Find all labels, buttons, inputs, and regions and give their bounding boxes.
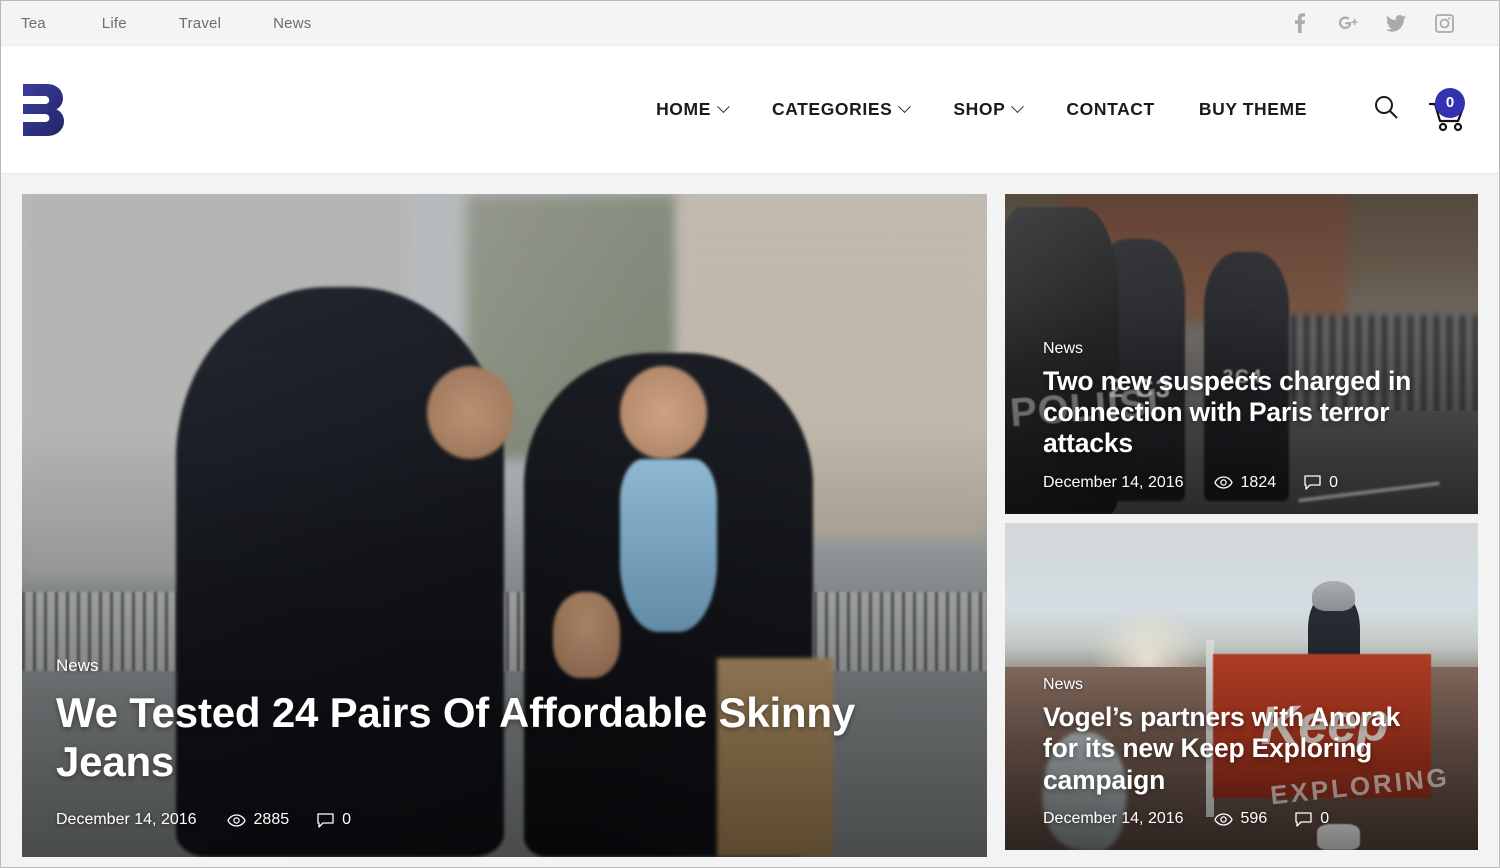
side-card-2-date: December 14, 2016 — [1043, 810, 1184, 827]
featured-side-column: 2C4 POLIISI 2 C3 News Two new suspects c… — [1005, 194, 1478, 850]
site-header: HOME CATEGORIES SHOP CONTACT BUY THEME 0 — [1, 46, 1499, 174]
chevron-down-icon — [717, 100, 730, 114]
side-card-2-meta: December 14, 2016 596 0 — [1043, 810, 1442, 828]
nav-item-buy-theme[interactable]: BUY THEME — [1199, 99, 1307, 120]
search-icon[interactable] — [1373, 94, 1399, 125]
featured-side-card-2[interactable]: Keep EXPLORING News Vogel’s partners wit… — [1005, 522, 1478, 850]
hero-post-date: December 14, 2016 — [56, 811, 197, 828]
topbar-link-news[interactable]: News — [261, 15, 323, 32]
side-card-1-date: December 14, 2016 — [1043, 473, 1184, 491]
primary-navigation: HOME CATEGORIES SHOP CONTACT BUY THEME — [656, 99, 1307, 120]
nav-item-contact-label: CONTACT — [1066, 99, 1155, 119]
nav-item-shop-label: SHOP — [953, 99, 1006, 119]
hero-view-count-value: 2885 — [253, 811, 290, 828]
side-card-1-meta: December 14, 2016 1824 0 — [1043, 474, 1442, 492]
twitter-icon[interactable] — [1385, 12, 1407, 34]
side-card-1-comment-count: 0 — [1304, 474, 1338, 492]
eye-icon — [1213, 476, 1233, 489]
secondary-topbar: Tea Life Travel News — [1, 1, 1499, 46]
featured-hero-card[interactable]: News We Tested 24 Pairs Of Affordable Sk… — [22, 194, 987, 857]
chevron-down-icon — [898, 100, 912, 114]
featured-posts-grid: News We Tested 24 Pairs Of Affordable Sk… — [1, 174, 1499, 867]
side-card-2-comment-count: 0 — [1295, 810, 1329, 828]
nav-item-home-label: HOME — [656, 99, 711, 119]
hero-view-count: 2885 — [226, 811, 290, 829]
side-card-1-category-label[interactable]: News — [1043, 340, 1083, 358]
comment-bubble-icon — [1295, 811, 1312, 827]
side-card-2-body: News Vogel’s partners with Anorak for it… — [1005, 676, 1478, 850]
nav-item-home[interactable]: HOME — [656, 99, 730, 120]
social-links — [1289, 12, 1477, 34]
cart-count-badge: 0 — [1435, 87, 1465, 118]
featured-main-column: News We Tested 24 Pairs Of Affordable Sk… — [22, 194, 987, 857]
nav-item-categories-label: CATEGORIES — [771, 99, 893, 119]
hero-comment-count: 0 — [317, 811, 351, 829]
side-card-1-body: News Two new suspects charged in connect… — [1005, 340, 1478, 514]
hero-category-label[interactable]: News — [56, 656, 99, 676]
chevron-down-icon — [1011, 100, 1025, 114]
side-card-1-title[interactable]: Two new suspects charged in connection w… — [1043, 366, 1442, 460]
side-card-1-view-count: 1824 — [1213, 473, 1277, 492]
side-card-1-view-count-value: 1824 — [1240, 473, 1277, 491]
nav-item-categories[interactable]: CATEGORIES — [771, 99, 912, 120]
nav-item-shop[interactable]: SHOP — [953, 99, 1025, 120]
header-tools: 0 — [1373, 87, 1477, 132]
side-card-2-view-count-value: 596 — [1240, 810, 1268, 827]
side-card-2-comment-count-value: 0 — [1320, 810, 1330, 827]
topbar-link-life[interactable]: Life — [90, 15, 139, 32]
browser-viewport: Tea Life Travel News HOME CATEGORIES SHO… — [0, 0, 1500, 868]
hero-comment-count-value: 0 — [342, 811, 352, 828]
instagram-icon[interactable] — [1433, 12, 1455, 34]
side-card-2-category-label[interactable]: News — [1043, 676, 1083, 694]
featured-side-card-1[interactable]: 2C4 POLIISI 2 C3 News Two new suspects c… — [1005, 194, 1478, 514]
topbar-link-tea[interactable]: Tea — [21, 15, 58, 32]
google-plus-icon[interactable] — [1337, 12, 1359, 34]
eye-icon — [1213, 812, 1233, 826]
comment-bubble-icon — [317, 812, 334, 828]
facebook-icon[interactable] — [1289, 12, 1311, 34]
side-card-2-view-count: 596 — [1213, 810, 1268, 828]
cart-button[interactable]: 0 — [1428, 87, 1469, 132]
topbar-category-nav: Tea Life Travel News — [21, 15, 351, 32]
topbar-link-travel[interactable]: Travel — [167, 15, 233, 32]
hero-card-body: News We Tested 24 Pairs Of Affordable Sk… — [22, 656, 987, 857]
nav-item-buy-theme-label: BUY THEME — [1198, 99, 1307, 119]
hero-post-title[interactable]: We Tested 24 Pairs Of Affordable Skinny … — [56, 688, 953, 787]
side-card-2-title[interactable]: Vogel’s partners with Anorak for its new… — [1043, 702, 1442, 796]
hero-post-meta: December 14, 2016 2885 0 — [56, 811, 953, 829]
eye-icon — [226, 813, 246, 827]
site-logo[interactable] — [21, 82, 65, 138]
nav-item-contact[interactable]: CONTACT — [1066, 99, 1154, 120]
side-card-1-comment-count-value: 0 — [1329, 473, 1339, 491]
comment-bubble-icon — [1304, 475, 1321, 490]
